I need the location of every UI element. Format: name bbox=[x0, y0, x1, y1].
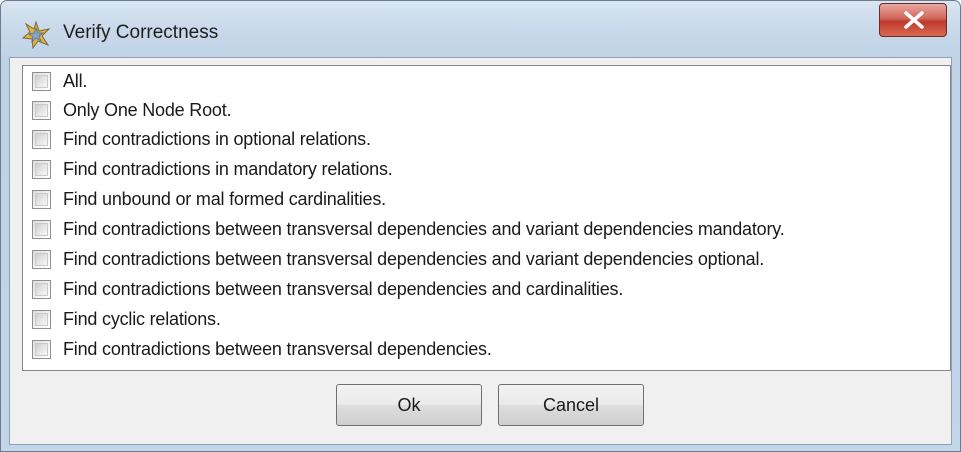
check-item-label: All. bbox=[63, 71, 88, 91]
ok-button[interactable]: Ok bbox=[336, 384, 482, 426]
check-item-mandatory-relations[interactable]: Find contradictions in mandatory relatio… bbox=[23, 156, 948, 185]
starburst-icon bbox=[21, 20, 51, 50]
check-item-optional-relations[interactable]: Find contradictions in optional relation… bbox=[23, 126, 948, 155]
checkbox[interactable] bbox=[32, 340, 51, 359]
checkbox[interactable] bbox=[32, 190, 51, 209]
check-item-label: Find contradictions between transversal … bbox=[63, 339, 492, 359]
check-item-label: Find contradictions between transversal … bbox=[63, 249, 765, 269]
check-item-cyclic-relations[interactable]: Find cyclic relations. bbox=[23, 306, 948, 335]
close-icon bbox=[904, 11, 924, 29]
check-item-variant-mandatory[interactable]: Find contradictions between transversal … bbox=[23, 216, 948, 245]
check-item-one-node-root[interactable]: Only One Node Root. bbox=[23, 97, 948, 126]
check-item-transversal-cardinalities[interactable]: Find contradictions between transversal … bbox=[23, 276, 948, 305]
dialog-body: All. Only One Node Root. Find contradict… bbox=[9, 57, 952, 445]
checkbox[interactable] bbox=[32, 280, 51, 299]
dialog-window: Verify Correctness All. Only One Node Ro… bbox=[0, 0, 961, 452]
checkbox[interactable] bbox=[32, 130, 51, 149]
check-item-variant-optional[interactable]: Find contradictions between transversal … bbox=[23, 246, 948, 275]
check-item-label: Find cyclic relations. bbox=[63, 309, 221, 329]
checkbox[interactable] bbox=[32, 220, 51, 239]
check-item-label: Find contradictions between transversal … bbox=[63, 279, 624, 299]
close-button[interactable] bbox=[879, 3, 947, 37]
checkbox[interactable] bbox=[32, 72, 51, 91]
checkbox[interactable] bbox=[32, 160, 51, 179]
check-item-cardinalities[interactable]: Find unbound or mal formed cardinalities… bbox=[23, 186, 948, 215]
check-item-label: Find unbound or mal formed cardinalities… bbox=[63, 189, 386, 209]
window-title: Verify Correctness bbox=[63, 22, 219, 43]
check-item-all[interactable]: All. bbox=[23, 68, 948, 97]
checkbox[interactable] bbox=[32, 250, 51, 269]
check-item-label: Only One Node Root. bbox=[63, 100, 232, 120]
check-item-transversal-dependencies[interactable]: Find contradictions between transversal … bbox=[23, 336, 948, 365]
checkbox[interactable] bbox=[32, 101, 51, 120]
check-item-label: Find contradictions in mandatory relatio… bbox=[63, 159, 393, 179]
verification-checklist: All. Only One Node Root. Find contradict… bbox=[22, 65, 951, 371]
check-item-label: Find contradictions in optional relation… bbox=[63, 129, 371, 149]
checkbox[interactable] bbox=[32, 310, 51, 329]
title-bar[interactable]: Verify Correctness bbox=[1, 1, 960, 57]
cancel-button[interactable]: Cancel bbox=[498, 384, 644, 426]
check-item-label: Find contradictions between transversal … bbox=[63, 219, 785, 239]
